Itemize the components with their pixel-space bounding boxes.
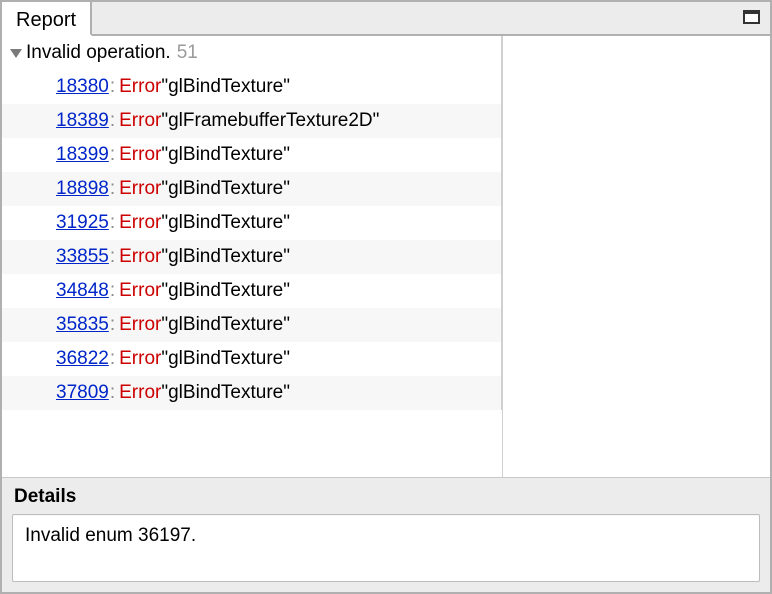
error-function: "glBindTexture" [161, 246, 290, 268]
error-function: "glBindTexture" [161, 382, 290, 404]
tabbar: Report [2, 2, 770, 36]
error-id-link[interactable]: 37809 [56, 382, 109, 404]
error-row[interactable]: 35835:Error "glBindTexture" [2, 308, 502, 342]
error-row[interactable]: 18380:Error "glBindTexture" [2, 70, 502, 104]
error-row[interactable]: 31925:Error "glBindTexture" [2, 206, 502, 240]
error-row[interactable]: 18898:Error "glBindTexture" [2, 172, 502, 206]
error-id-link[interactable]: 33855 [56, 246, 109, 268]
error-label: Error [119, 314, 161, 336]
error-label: Error [119, 212, 161, 234]
error-id-link[interactable]: 18898 [56, 178, 109, 200]
error-id-link[interactable]: 31925 [56, 212, 109, 234]
error-function: "glBindTexture" [161, 76, 290, 98]
tab-report-label: Report [16, 9, 76, 32]
separator: : [110, 280, 115, 302]
separator: : [110, 246, 115, 268]
disclosure-triangle-icon[interactable] [10, 49, 22, 58]
error-label: Error [119, 348, 161, 370]
error-id-link[interactable]: 18380 [56, 76, 109, 98]
error-row[interactable]: 36822:Error "glBindTexture" [2, 342, 502, 376]
separator: : [110, 178, 115, 200]
error-function: "glBindTexture" [161, 178, 290, 200]
error-function: "glBindTexture" [161, 144, 290, 166]
error-row[interactable]: 34848:Error "glBindTexture" [2, 274, 502, 308]
error-row[interactable]: 18389:Error "glFramebufferTexture2D" [2, 104, 502, 138]
error-id-link[interactable]: 36822 [56, 348, 109, 370]
error-row[interactable]: 33855:Error "glBindTexture" [2, 240, 502, 274]
report-panel: Report Invalid operation. 51 18380:Error… [0, 0, 772, 594]
tabbar-spacer [92, 2, 743, 34]
group-label: Invalid operation. [26, 42, 171, 64]
error-label: Error [119, 178, 161, 200]
details-text: Invalid enum 36197. [12, 514, 760, 582]
error-id-link[interactable]: 34848 [56, 280, 109, 302]
error-row[interactable]: 37809:Error "glBindTexture" [2, 376, 502, 410]
tab-report[interactable]: Report [2, 2, 92, 36]
error-function: "glBindTexture" [161, 280, 290, 302]
error-id-link[interactable]: 18399 [56, 144, 109, 166]
error-label: Error [119, 144, 161, 166]
details-pane: Details Invalid enum 36197. [2, 477, 770, 592]
error-id-link[interactable]: 18389 [56, 110, 109, 132]
error-function: "glBindTexture" [161, 212, 290, 234]
error-label: Error [119, 382, 161, 404]
error-label: Error [119, 76, 161, 98]
separator: : [110, 314, 115, 336]
group-count: 51 [177, 42, 198, 64]
error-function: "glFramebufferTexture2D" [161, 110, 379, 132]
separator: : [110, 212, 115, 234]
group-row[interactable]: Invalid operation. 51 [2, 36, 502, 70]
report-grid: Invalid operation. 51 18380:Error "glBin… [2, 36, 770, 477]
error-function: "glBindTexture" [161, 348, 290, 370]
error-label: Error [119, 110, 161, 132]
separator: : [110, 144, 115, 166]
column-divider [502, 36, 503, 477]
separator: : [110, 76, 115, 98]
separator: : [110, 382, 115, 404]
separator: : [110, 110, 115, 132]
details-title: Details [14, 486, 760, 508]
error-id-link[interactable]: 35835 [56, 314, 109, 336]
maximize-icon[interactable] [743, 10, 760, 24]
error-label: Error [119, 280, 161, 302]
error-label: Error [119, 246, 161, 268]
separator: : [110, 348, 115, 370]
error-row[interactable]: 18399:Error "glBindTexture" [2, 138, 502, 172]
error-function: "glBindTexture" [161, 314, 290, 336]
